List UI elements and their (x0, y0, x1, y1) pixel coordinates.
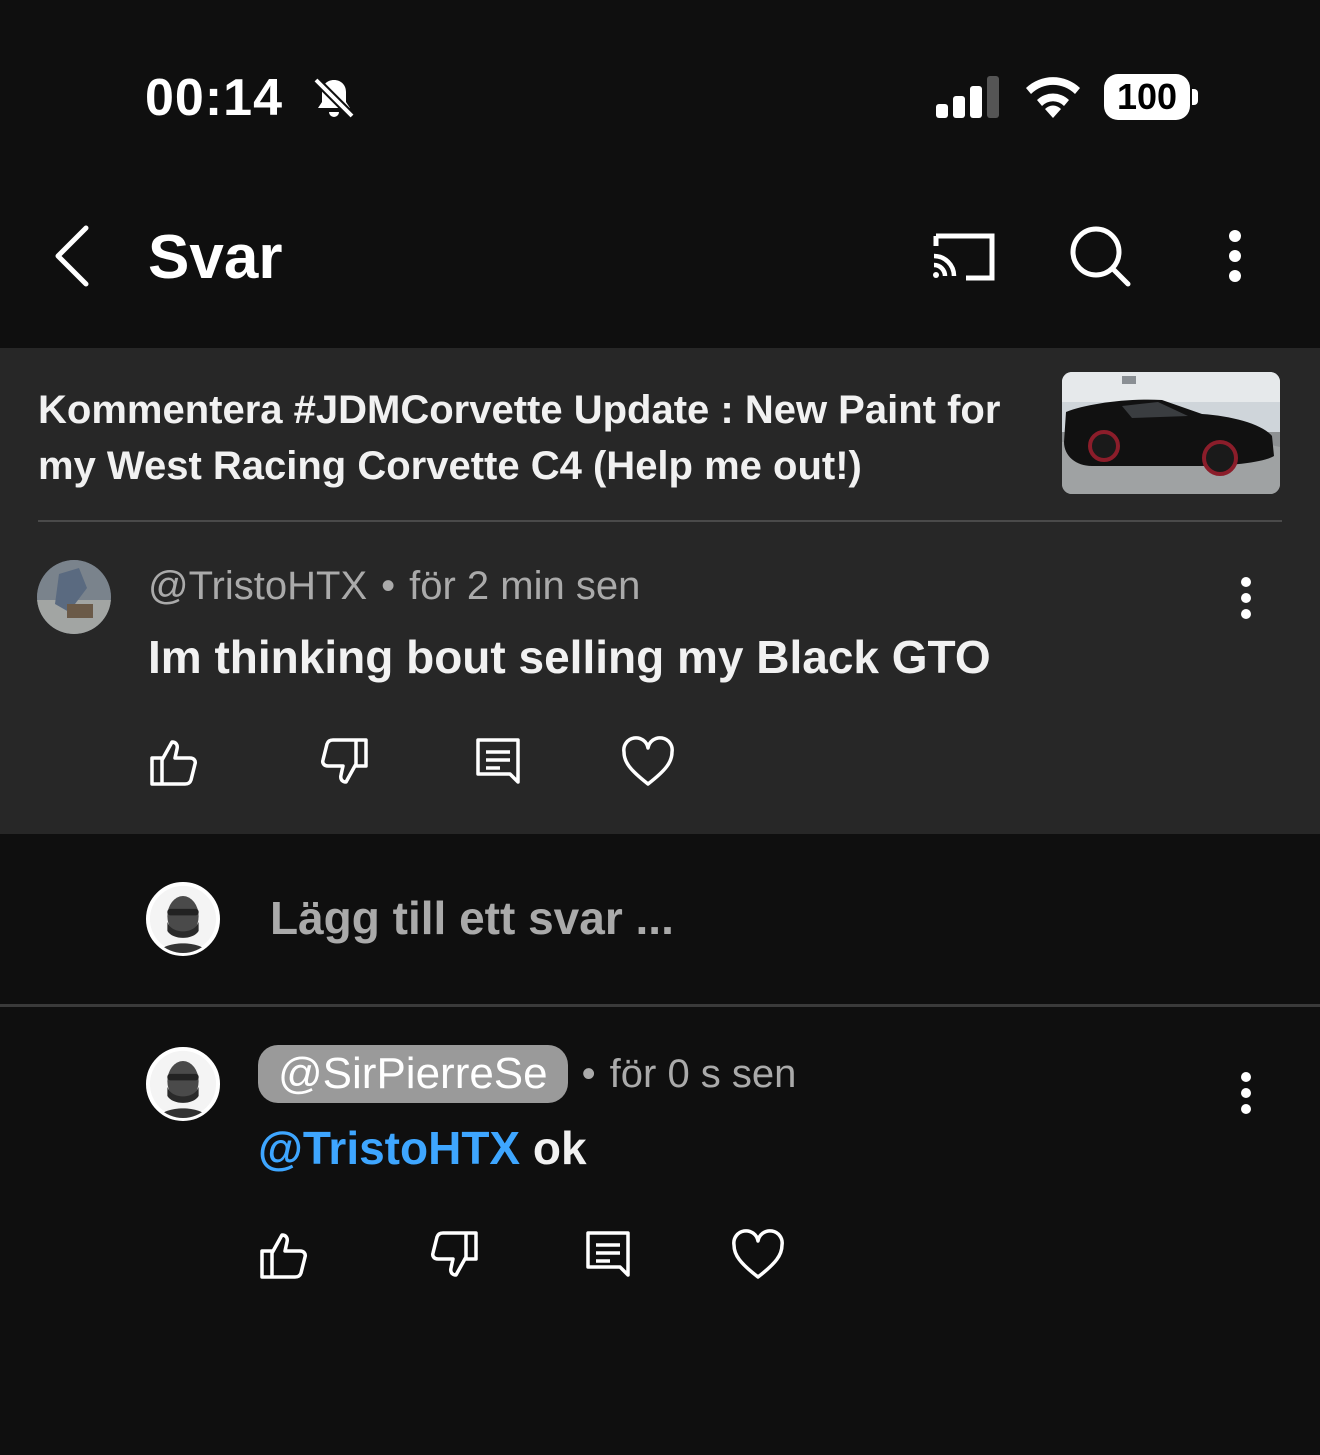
bell-off-icon (313, 77, 355, 119)
comment-text: Im thinking bout selling my Black GTO (148, 631, 991, 683)
clock: 00:14 (145, 69, 283, 127)
more-vert-icon[interactable] (1226, 1063, 1266, 1123)
search-icon[interactable] (1062, 220, 1138, 292)
avatar[interactable] (146, 1047, 220, 1121)
back-icon[interactable] (38, 220, 110, 292)
reply-text: ok (520, 1122, 587, 1174)
battery-tip (1192, 89, 1198, 105)
reply-icon[interactable] (580, 1227, 636, 1283)
reply-comment: @SirPierreSe • för 0 s sen @TristoHTX ok (0, 1007, 1320, 1455)
comment-meta: @SirPierreSe • för 0 s sen (258, 1045, 796, 1103)
comment-text: @TristoHTX ok (258, 1121, 587, 1175)
heart-icon[interactable] (730, 1227, 786, 1283)
video-thumbnail[interactable] (1062, 372, 1280, 494)
parent-comment-panel: Kommentera #JDMCorvette Update : New Pai… (0, 348, 1320, 834)
page-title: Svar (148, 223, 283, 292)
comment-meta: @TristoHTX • för 2 min sen (148, 564, 640, 609)
more-vert-icon[interactable] (1210, 220, 1260, 292)
meta-separator: • (581, 1051, 596, 1096)
thumb-down-icon[interactable] (426, 1227, 482, 1283)
avatar[interactable] (37, 560, 111, 634)
comment-time: för 0 s sen (609, 1051, 797, 1096)
cast-icon[interactable] (928, 224, 1000, 288)
reply-icon[interactable] (470, 734, 526, 790)
divider (38, 520, 1282, 522)
status-bar: 00:14 100 (0, 0, 1320, 180)
video-title[interactable]: Kommentera #JDMCorvette Update : New Pai… (38, 382, 1038, 494)
reply-input-row: Lägg till ett svar ... (0, 834, 1320, 1006)
meta-separator: • (381, 564, 396, 608)
more-vert-icon[interactable] (1226, 568, 1266, 628)
signal-icon (936, 76, 999, 118)
comment-time: för 2 min sen (409, 564, 641, 608)
reply-input[interactable]: Lägg till ett svar ... (270, 886, 1170, 950)
user-avatar (146, 882, 220, 956)
battery-indicator: 100 (1104, 74, 1190, 120)
comment-author[interactable]: @TristoHTX (148, 564, 367, 609)
heart-icon[interactable] (620, 734, 676, 790)
app-bar: Svar (0, 180, 1320, 348)
thumb-up-icon[interactable] (146, 734, 202, 790)
thumb-down-icon[interactable] (316, 734, 372, 790)
mention-link[interactable]: @TristoHTX (258, 1122, 520, 1174)
wifi-icon (1026, 77, 1080, 118)
comment-author-chip[interactable]: @SirPierreSe (258, 1045, 568, 1103)
thumb-up-icon[interactable] (256, 1227, 312, 1283)
